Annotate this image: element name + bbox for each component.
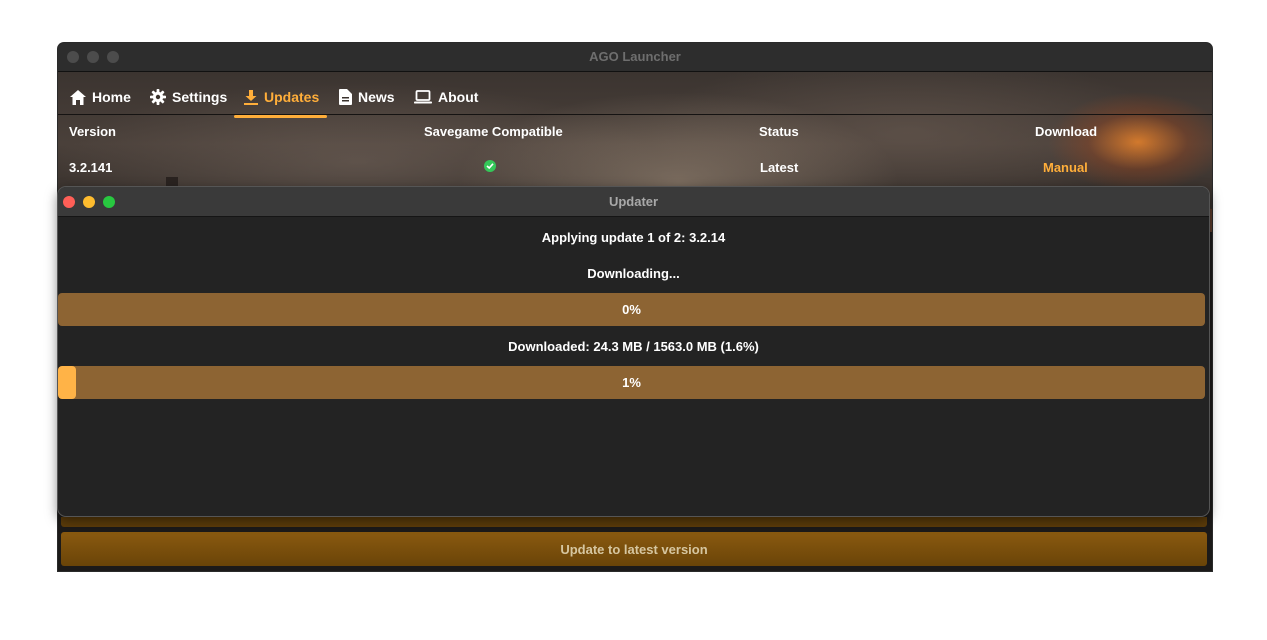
download-state-text: Downloading... [587, 266, 680, 281]
check-circle-icon [484, 160, 496, 172]
home-icon [70, 89, 86, 105]
tab-updates[interactable]: Updates [234, 80, 328, 118]
download-icon [244, 89, 258, 105]
header-version: Version [69, 124, 116, 139]
updater-window: Updater Applying update 1 of 2: 3.2.14 D… [58, 187, 1209, 516]
header-savegame-compatible: Savegame Compatible [424, 124, 563, 139]
cell-status: Latest [760, 160, 799, 175]
cell-version: 3.2.141 [69, 160, 113, 175]
tab-label: About [438, 89, 479, 105]
tab-label: Settings [172, 89, 228, 105]
window-title: AGO Launcher [589, 49, 681, 64]
manual-download-link[interactable]: Manual [1043, 160, 1088, 175]
file-progress-bar: 1% [58, 366, 1205, 399]
tab-settings[interactable]: Settings [150, 80, 227, 114]
file-progress-label: 1% [622, 375, 641, 390]
header-download: Download [1035, 124, 1098, 139]
tab-label: Home [92, 89, 131, 105]
document-icon [339, 89, 352, 105]
updater-title: Updater [608, 194, 659, 209]
overall-progress-label: 0% [622, 302, 641, 317]
nav-divider [58, 114, 1212, 115]
header-status: Status [759, 124, 799, 139]
launcher-titlebar: AGO Launcher [58, 43, 1212, 72]
tab-label: News [358, 89, 395, 105]
laptop-icon [414, 90, 432, 104]
overall-progress-bar: 0% [58, 293, 1205, 326]
downloaded-size-text: Downloaded: 24.3 MB / 1563.0 MB (1.6%) [508, 339, 759, 354]
update-button-partial [61, 517, 1207, 527]
updater-titlebar: Updater [58, 187, 1209, 217]
tab-news[interactable]: News [339, 80, 395, 114]
tab-about[interactable]: About [414, 80, 478, 114]
tab-label: Updates [264, 89, 320, 105]
update-to-latest-button[interactable]: Update to latest version [61, 532, 1207, 566]
applying-update-text: Applying update 1 of 2: 3.2.14 [541, 230, 726, 245]
active-tab-indicator [234, 115, 328, 118]
tab-home[interactable]: Home [70, 80, 131, 114]
main-nav: Home Settings Updates News About [58, 72, 1212, 118]
gear-icon [150, 89, 166, 105]
